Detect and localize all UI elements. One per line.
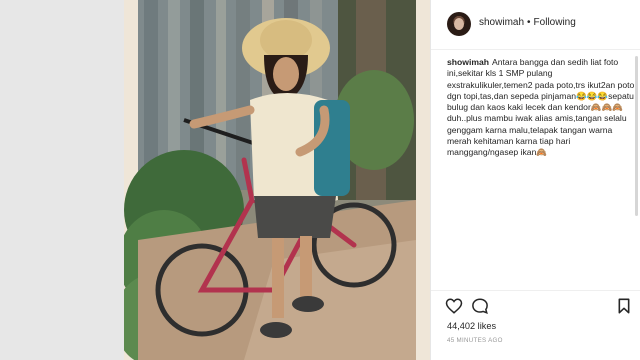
username-link[interactable]: showimah [479, 17, 524, 28]
caption-scrollbar[interactable] [635, 56, 638, 216]
following-button[interactable]: Following [534, 17, 576, 28]
post-caption: showimah Antara bangga dan sedih liat fot… [447, 57, 635, 159]
post-actions: 44,402 likes 45 MINUTES AGO [431, 290, 640, 360]
avatar[interactable] [447, 12, 471, 36]
separator-dot: • [527, 17, 531, 28]
post-header: showimah • Following [431, 0, 640, 50]
page-background [0, 0, 124, 360]
likes-count[interactable]: 44,402 likes [447, 321, 496, 331]
post-timestamp[interactable]: 45 MINUTES AGO [447, 337, 503, 344]
header-line: showimah • Following [479, 17, 576, 28]
post-photo[interactable] [124, 0, 430, 360]
photo-illustration [124, 0, 430, 360]
heart-outline-icon[interactable] [445, 297, 463, 315]
post-panel: showimah • Following showimah Antara bangga… [430, 0, 640, 360]
speech-bubble-icon[interactable] [471, 297, 489, 315]
bookmark-icon[interactable] [617, 298, 631, 314]
caption-text: Antara bangga dan sedih liat foto ini,se… [447, 57, 635, 158]
caption-username-link[interactable]: showimah [447, 57, 489, 67]
